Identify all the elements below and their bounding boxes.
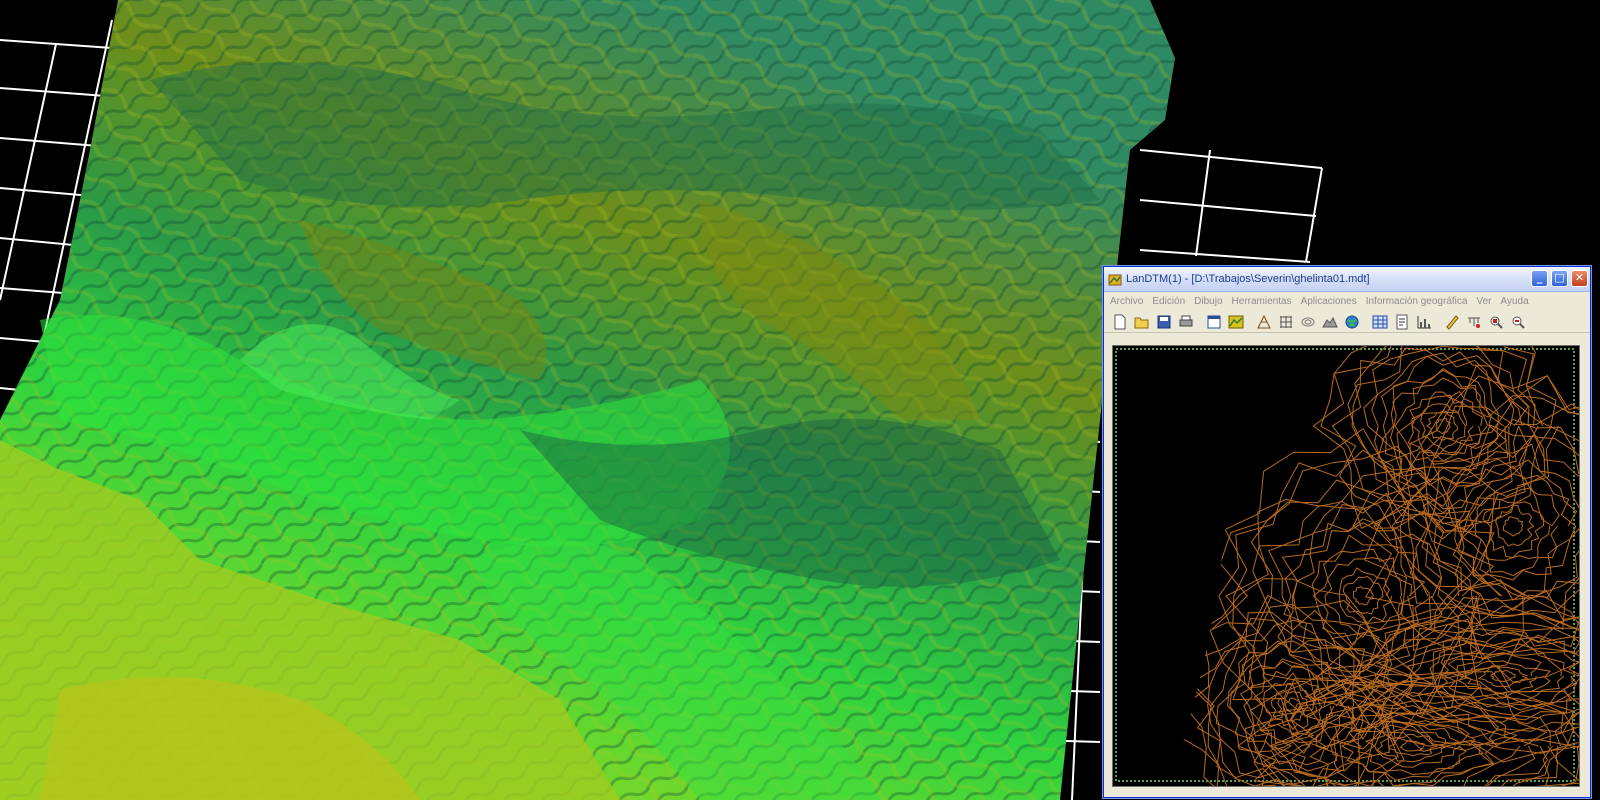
save-icon[interactable] bbox=[1156, 314, 1172, 330]
menu-archivo[interactable]: Archivo bbox=[1110, 296, 1143, 307]
table-icon[interactable] bbox=[1372, 314, 1388, 330]
pencil-icon[interactable] bbox=[1444, 314, 1460, 330]
contour-line bbox=[1311, 534, 1426, 657]
title-bar[interactable]: LanDTM(1) - [D:\Trabajos\Severin\ghelint… bbox=[1104, 267, 1590, 292]
menu-informacion-geografica[interactable]: Información geográfica bbox=[1366, 296, 1468, 307]
new-file-icon[interactable] bbox=[1112, 314, 1128, 330]
globe-icon[interactable] bbox=[1344, 314, 1360, 330]
window-icon[interactable] bbox=[1206, 314, 1222, 330]
contour-line bbox=[1224, 427, 1526, 742]
contour-line bbox=[1502, 516, 1524, 537]
menu-ver[interactable]: Ver bbox=[1476, 296, 1491, 307]
measure-icon[interactable] bbox=[1466, 314, 1482, 330]
contour-line bbox=[1239, 658, 1349, 758]
landtm-window: LanDTM(1) - [D:\Trabajos\Severin\ghelint… bbox=[1103, 266, 1591, 798]
menu-ayuda[interactable]: Ayuda bbox=[1500, 296, 1528, 307]
contour-line bbox=[1389, 367, 1499, 483]
zoom-area-icon[interactable] bbox=[1488, 314, 1504, 330]
contour-line bbox=[1462, 473, 1560, 577]
contour-line bbox=[1351, 346, 1539, 525]
chart-icon[interactable] bbox=[1416, 314, 1432, 330]
contour-line bbox=[1342, 575, 1384, 615]
open-folder-icon[interactable] bbox=[1134, 314, 1150, 330]
contour-line bbox=[1338, 567, 1393, 623]
menu-edicion[interactable]: Edición bbox=[1152, 296, 1185, 307]
maximize-button[interactable]: □ bbox=[1551, 270, 1568, 287]
menu-aplicaciones[interactable]: Aplicaciones bbox=[1301, 296, 1357, 307]
window-title: LanDTM(1) - [D:\Trabajos\Severin\ghelint… bbox=[1126, 273, 1370, 285]
contour-line bbox=[1244, 671, 1579, 786]
map-icon[interactable] bbox=[1228, 314, 1244, 330]
triangulate-icon[interactable] bbox=[1256, 314, 1272, 330]
menu-herramientas[interactable]: Herramientas bbox=[1232, 296, 1292, 307]
contour-line bbox=[1495, 504, 1535, 547]
contour-line bbox=[1482, 498, 1545, 559]
profile-icon[interactable] bbox=[1322, 314, 1338, 330]
terrain-surface bbox=[0, 0, 1175, 800]
contour-line bbox=[1253, 665, 1334, 744]
settings-icon[interactable] bbox=[1394, 314, 1410, 330]
scene: LanDTM(1) - [D:\Trabajos\Severin\ghelint… bbox=[0, 0, 1600, 800]
contour-map[interactable] bbox=[1113, 346, 1579, 786]
no-data-area bbox=[1117, 350, 1263, 776]
print-icon[interactable] bbox=[1178, 314, 1194, 330]
toolbar bbox=[1104, 311, 1590, 333]
grid-icon[interactable] bbox=[1278, 314, 1294, 330]
menu-bar: Archivo Edición Dibujo Herramientas Apli… bbox=[1104, 292, 1590, 310]
menu-dibujo[interactable]: Dibujo bbox=[1194, 296, 1222, 307]
app-icon bbox=[1108, 272, 1122, 286]
contour-line bbox=[1426, 410, 1459, 441]
minimize-button[interactable]: _ bbox=[1531, 270, 1548, 287]
contour-icon[interactable] bbox=[1300, 314, 1316, 330]
contour-viewport[interactable] bbox=[1112, 345, 1580, 787]
zoom-out-icon[interactable] bbox=[1510, 314, 1526, 330]
close-button[interactable]: ✕ bbox=[1571, 270, 1588, 287]
